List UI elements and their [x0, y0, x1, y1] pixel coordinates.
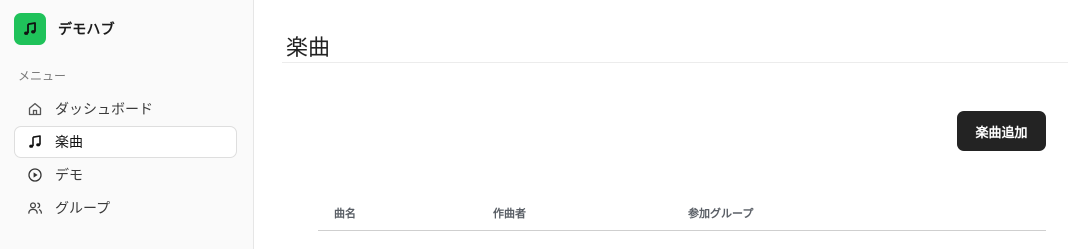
home-icon	[27, 101, 43, 117]
users-icon	[27, 200, 43, 216]
divider	[282, 62, 1068, 63]
songs-table: 曲名 作曲者 参加グループ	[318, 195, 1046, 231]
sidebar-item-label: ダッシュボード	[55, 102, 153, 118]
main-content: 楽曲 楽曲追加 曲名 作曲者 参加グループ	[254, 0, 1068, 249]
brand[interactable]: デモハブ	[14, 13, 115, 45]
add-song-button[interactable]: 楽曲追加	[957, 111, 1046, 151]
music-note-icon	[14, 13, 46, 45]
app-window: デモハブ メニュー ダッシュボード 楽曲 デモ グループ 楽曲 楽曲追加 曲名 …	[0, 0, 1068, 249]
music-note-icon	[27, 134, 43, 150]
sidebar-item-songs[interactable]: 楽曲	[14, 126, 237, 158]
sidebar-item-label: 楽曲	[55, 135, 83, 151]
menu-section-label: メニュー	[18, 69, 67, 83]
brand-name: デモハブ	[58, 22, 115, 38]
sidebar-item-groups[interactable]: グループ	[14, 192, 237, 224]
table-header: 曲名 作曲者 参加グループ	[318, 195, 1046, 231]
page-title: 楽曲	[286, 36, 331, 61]
sidebar-item-dashboard[interactable]: ダッシュボード	[14, 93, 237, 125]
column-header-title[interactable]: 曲名	[318, 205, 477, 221]
sidebar-item-label: デモ	[55, 168, 83, 184]
sidebar-nav: ダッシュボード 楽曲 デモ グループ	[14, 93, 237, 225]
play-circle-icon	[27, 167, 43, 183]
column-header-groups[interactable]: 参加グループ	[672, 205, 1046, 221]
sidebar-item-label: グループ	[55, 201, 111, 217]
column-header-composer[interactable]: 作曲者	[477, 205, 672, 221]
sidebar: デモハブ メニュー ダッシュボード 楽曲 デモ グループ	[0, 0, 254, 249]
sidebar-item-demo[interactable]: デモ	[14, 159, 237, 191]
